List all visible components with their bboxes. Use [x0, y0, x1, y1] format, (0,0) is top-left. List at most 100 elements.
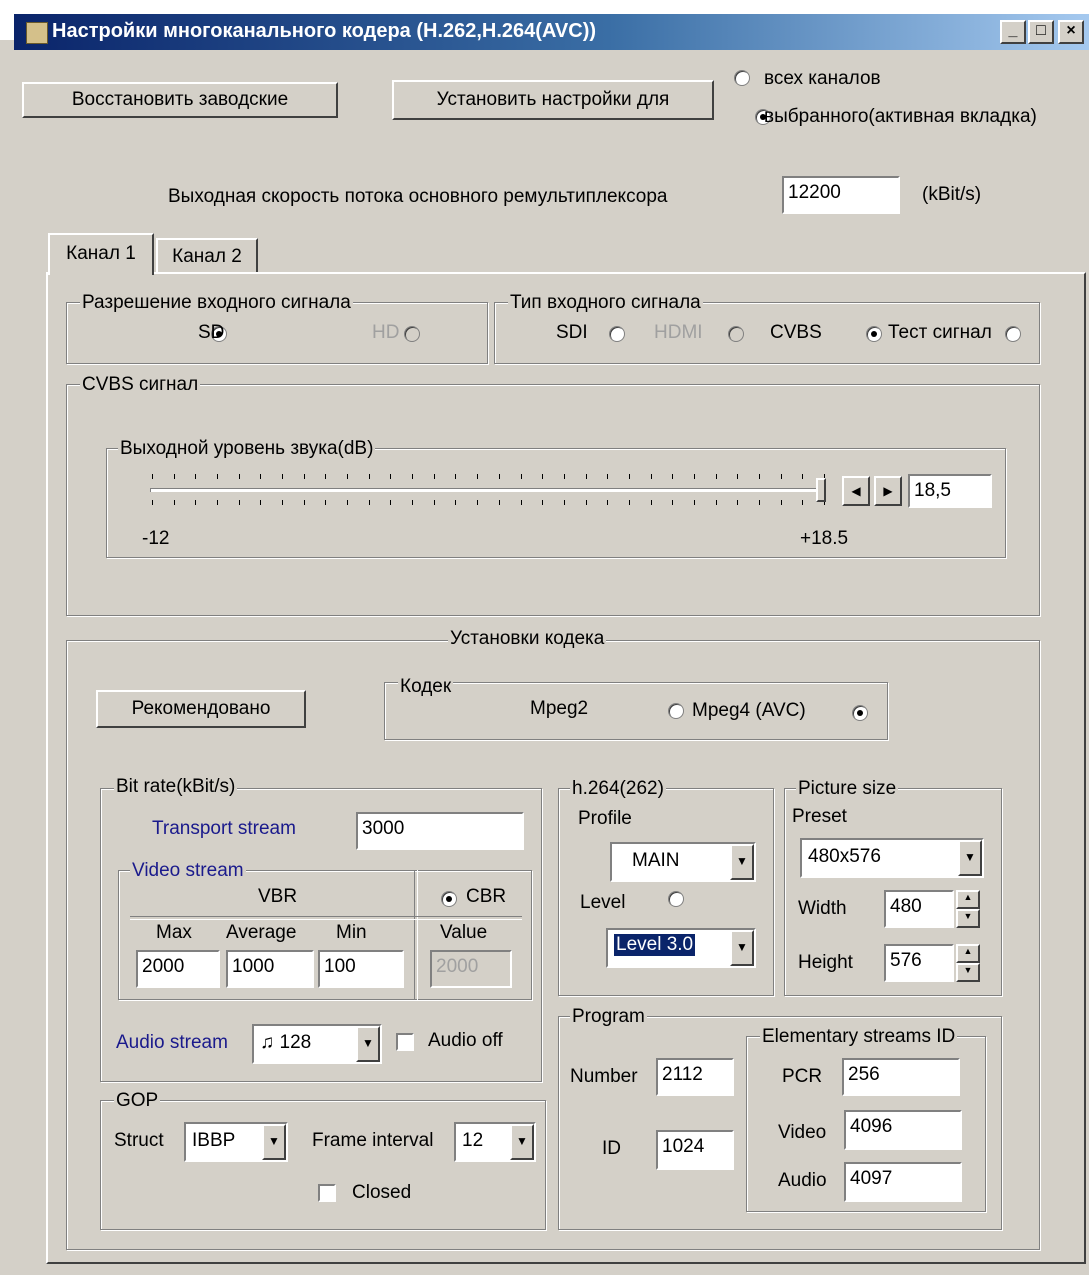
mux-rate-label: Выходная скорость потока основного ремул… — [168, 186, 668, 207]
minimize-button[interactable]: _ — [1000, 20, 1026, 44]
slider-tick — [477, 500, 478, 505]
slider-tick — [607, 474, 608, 479]
gop-group — [100, 1100, 546, 1230]
closed-gop-checkbox[interactable] — [318, 1184, 336, 1202]
codec-mpeg2-label: Mpeg2 — [530, 698, 589, 719]
audio-level-thumb[interactable] — [816, 478, 826, 502]
maximize-icon: □ — [1036, 22, 1046, 39]
tab-channel-2[interactable]: Канал 2 — [156, 238, 258, 272]
average-bitrate-input[interactable]: 1000 — [226, 950, 314, 988]
window-title: Настройки многоканального кодера (H.262,… — [52, 20, 597, 42]
profile-label: Profile — [578, 808, 632, 829]
level-value: Level 3.0 — [612, 933, 697, 957]
arrow-down-icon: ▼ — [963, 965, 973, 975]
video-pid-input[interactable]: 4096 — [844, 1110, 962, 1150]
chevron-down-icon[interactable]: ▼ — [262, 1124, 286, 1160]
cbr-label: CBR — [466, 886, 507, 907]
pcr-label: PCR — [782, 1066, 823, 1087]
signal-cvbs-label: CVBS — [770, 322, 822, 343]
arrow-left-icon: ◀ — [851, 484, 861, 498]
slider-tick — [369, 500, 370, 505]
width-spin-up[interactable]: ▲ — [956, 890, 980, 909]
signal-cvbs-radio[interactable] — [865, 326, 882, 342]
slider-tick — [174, 500, 175, 505]
maximize-button[interactable]: □ — [1028, 20, 1054, 44]
slider-tick — [304, 500, 305, 505]
gop-struct-select[interactable]: IBBP ▼ — [184, 1122, 288, 1162]
frame-interval-select[interactable]: 12 ▼ — [454, 1122, 536, 1162]
level-select[interactable]: Level 3.0 ▼ — [606, 928, 756, 968]
height-spin-up[interactable]: ▲ — [956, 944, 980, 963]
program-number-label: Number — [570, 1066, 638, 1087]
height-label: Height — [798, 952, 853, 973]
chevron-down-icon[interactable]: ▼ — [356, 1026, 380, 1062]
video-stream-hline — [130, 916, 522, 920]
slider-tick — [455, 500, 456, 505]
audio-off-checkbox[interactable] — [396, 1033, 414, 1051]
chevron-down-icon[interactable]: ▼ — [958, 840, 982, 876]
resolution-group-title: Разрешение входного сигнала — [80, 292, 353, 314]
width-spin-down[interactable]: ▼ — [956, 909, 980, 928]
cbr-value-input: 2000 — [430, 950, 512, 988]
profile-select[interactable]: MAIN ▼ — [610, 842, 756, 882]
max-bitrate-input[interactable]: 2000 — [136, 950, 220, 988]
slider-tick — [781, 474, 782, 479]
slider-tick — [239, 474, 240, 479]
min-bitrate-input[interactable]: 100 — [318, 950, 404, 988]
arrow-up-icon: ▲ — [963, 946, 973, 956]
transport-stream-label: Transport stream — [152, 818, 296, 839]
preset-select[interactable]: 480x576 ▼ — [800, 838, 984, 878]
codec-mpeg4-radio[interactable] — [851, 705, 868, 721]
chevron-down-icon[interactable]: ▼ — [730, 844, 754, 880]
slider-tick — [390, 474, 391, 479]
audio-stream-select[interactable]: ♫ 128 ▼ — [252, 1024, 382, 1064]
slider-tick — [694, 474, 695, 479]
program-number-input[interactable]: 2112 — [656, 1058, 734, 1096]
slider-tick — [781, 500, 782, 505]
close-icon: × — [1066, 22, 1076, 39]
chevron-down-icon[interactable]: ▼ — [730, 930, 754, 966]
slider-tick — [542, 474, 543, 479]
signal-sdi-label: SDI — [556, 322, 588, 343]
music-note-icon: ♫ — [260, 1032, 275, 1053]
audio-level-decrease-button[interactable]: ◀ — [842, 476, 870, 506]
scope-selected-label: выбранного(активная вкладка) — [764, 106, 1037, 127]
tab-channel-1[interactable]: Канал 1 — [48, 233, 154, 275]
slider-tick — [390, 500, 391, 505]
slider-tick — [369, 474, 370, 479]
app-icon — [26, 22, 48, 44]
slider-tick — [672, 500, 673, 505]
signal-sdi-radio[interactable] — [609, 326, 626, 342]
slider-tick — [260, 474, 261, 479]
codec-mpeg4-label: Mpeg4 (AVC) — [692, 700, 806, 721]
slider-tick — [217, 474, 218, 479]
apply-settings-button[interactable]: Установить настройки для — [392, 80, 714, 120]
recommended-button[interactable]: Рекомендовано — [96, 690, 306, 728]
restore-defaults-button[interactable]: Восстановить заводские — [22, 82, 338, 118]
audio-level-input[interactable]: 18,5 — [908, 474, 992, 508]
vbr-radio[interactable] — [440, 891, 457, 907]
program-id-label: ID — [602, 1138, 621, 1159]
slider-tick — [629, 500, 630, 505]
slider-tick — [629, 474, 630, 479]
slider-tick — [195, 474, 196, 479]
signal-test-radio[interactable] — [1004, 326, 1021, 342]
height-spin-down[interactable]: ▼ — [956, 963, 980, 982]
slider-tick — [564, 474, 565, 479]
max-label: Max — [156, 922, 192, 943]
resolution-hd-radio — [403, 326, 420, 342]
pcr-input[interactable]: 256 — [842, 1058, 960, 1096]
level-label: Level — [580, 892, 626, 913]
width-input[interactable]: 480 — [884, 890, 954, 928]
height-input[interactable]: 576 — [884, 944, 954, 982]
frame-interval-value: 12 — [462, 1130, 484, 1151]
scope-all-radio[interactable] — [734, 70, 750, 86]
mux-rate-input[interactable]: 12200 — [782, 176, 900, 214]
program-id-input[interactable]: 1024 — [656, 1130, 734, 1170]
close-button[interactable]: × — [1058, 20, 1084, 44]
chevron-down-icon[interactable]: ▼ — [510, 1124, 534, 1160]
audio-pid-input[interactable]: 4097 — [844, 1162, 962, 1202]
audio-level-increase-button[interactable]: ▶ — [874, 476, 902, 506]
codec-group — [384, 682, 888, 740]
transport-stream-input[interactable]: 3000 — [356, 812, 524, 850]
